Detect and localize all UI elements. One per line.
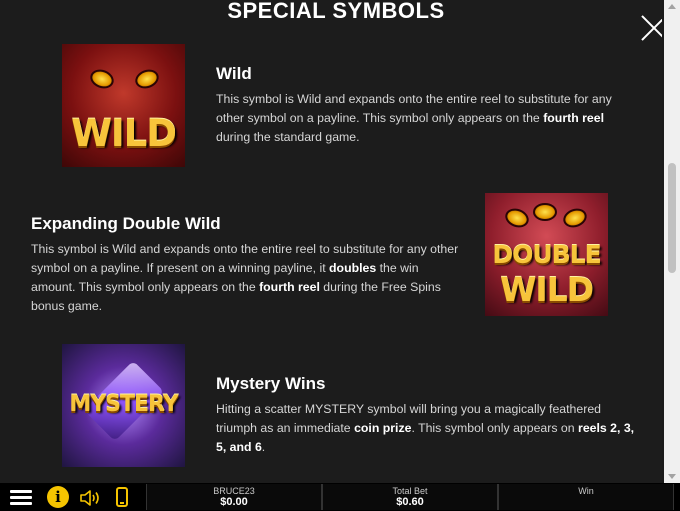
mystery-symbol-image: MYSTERY	[62, 344, 185, 467]
eye-icon	[87, 66, 117, 92]
double-wild-description: This symbol is Wild and expands onto the…	[31, 242, 459, 313]
player-balance: $0.00	[220, 496, 248, 508]
info-icon[interactable]: i	[47, 486, 69, 508]
win-label: Win	[578, 486, 594, 496]
page-title: SPECIAL SYMBOLS	[227, 0, 445, 23]
scroll-up-arrow-icon[interactable]	[668, 4, 676, 9]
phone-icon[interactable]	[116, 487, 128, 507]
eye-icon	[533, 203, 557, 221]
wild-heading: Wild	[216, 64, 252, 83]
double-wild-heading: Expanding Double Wild	[31, 214, 221, 233]
scroll-down-arrow-icon[interactable]	[668, 474, 676, 479]
bottom-bar: i BRUCE23 $0.00 Total Bet $0.60 Win	[0, 483, 680, 511]
double-wild-art-text-2: WILD	[499, 270, 594, 309]
sound-icon[interactable]	[79, 488, 103, 508]
wild-description: This symbol is Wild and expands onto the…	[216, 92, 612, 144]
double-wild-symbol-image: DOUBLE WILD	[485, 193, 608, 316]
mystery-heading: Mystery Wins	[216, 374, 326, 393]
mystery-art-text: MYSTERY	[69, 392, 178, 417]
double-wild-art-text-1: DOUBLE	[492, 240, 601, 269]
player-balance-box: BRUCE23 $0.00	[146, 484, 322, 510]
scrollbar[interactable]	[664, 0, 680, 483]
scrollbar-thumb[interactable]	[668, 163, 676, 273]
paytable-panel: SPECIAL SYMBOLS WILD Wild This symbol is…	[0, 0, 662, 483]
total-bet-value: $0.60	[396, 496, 424, 508]
eye-icon	[560, 205, 590, 231]
menu-icon[interactable]	[10, 490, 32, 506]
total-bet-label: Total Bet	[392, 486, 428, 496]
eye-icon	[132, 66, 162, 92]
eye-icon	[502, 205, 532, 231]
player-name: BRUCE23	[213, 486, 255, 496]
wild-art-text: WILD	[71, 112, 177, 155]
mystery-description: Hitting a scatter MYSTERY symbol will br…	[216, 402, 635, 454]
close-icon[interactable]	[640, 14, 662, 42]
win-box: Win	[498, 484, 674, 510]
wild-symbol-image: WILD	[62, 44, 185, 167]
total-bet-box: Total Bet $0.60	[322, 484, 498, 510]
